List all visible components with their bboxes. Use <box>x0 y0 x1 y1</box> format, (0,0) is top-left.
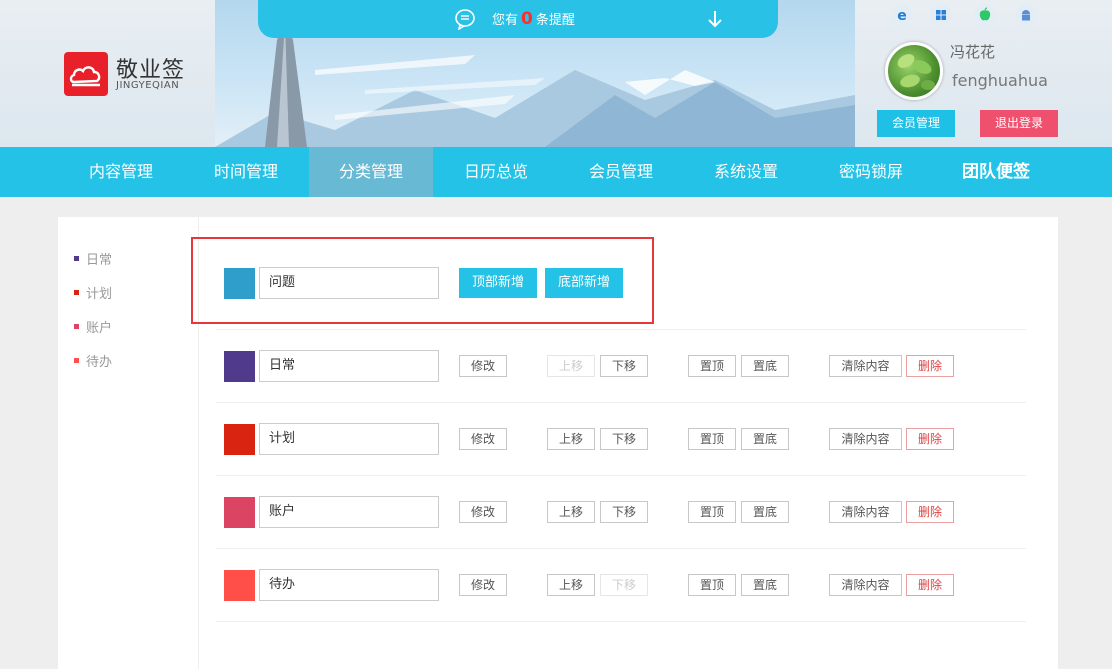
header: 您有 0 条提醒 敬业签 JINGYEQIAN e 冯花花 fenghuahua… <box>0 0 1112 147</box>
member-management-button[interactable]: 会员管理 <box>877 110 955 137</box>
move-up-button[interactable]: 上移 <box>547 574 595 596</box>
nav-category-management[interactable]: 分类管理 <box>309 147 433 197</box>
move-up-button[interactable]: 上移 <box>547 355 595 377</box>
sidebar-item-label: 日常 <box>86 253 113 268</box>
move-to-top-button[interactable]: 置顶 <box>688 501 736 523</box>
reminder-bar[interactable]: 您有 0 条提醒 <box>258 0 778 38</box>
delete-button[interactable]: 删除 <box>906 355 954 377</box>
row-divider <box>216 475 1026 476</box>
svg-text:e: e <box>897 8 907 24</box>
color-dot <box>74 358 79 363</box>
move-to-bottom-button[interactable]: 置底 <box>741 428 789 450</box>
edit-button[interactable]: 修改 <box>459 501 507 523</box>
add-bottom-button[interactable]: 底部新增 <box>545 268 623 298</box>
nav-team-notes[interactable]: 团队便签 <box>934 147 1058 197</box>
reminder-prefix: 您有 <box>492 13 519 28</box>
new-category-input[interactable]: 问题 <box>259 267 439 299</box>
add-top-button[interactable]: 顶部新增 <box>459 268 537 298</box>
delete-button[interactable]: 删除 <box>906 501 954 523</box>
row-divider <box>216 329 1026 330</box>
brand-subtitle: JINGYEQIAN <box>116 80 180 91</box>
sidebar-item-label: 账户 <box>86 321 113 336</box>
delete-button[interactable]: 删除 <box>906 574 954 596</box>
category-name-input[interactable]: 日常 <box>259 350 439 382</box>
category-color-swatch[interactable] <box>224 351 255 382</box>
move-to-bottom-button[interactable]: 置底 <box>741 355 789 377</box>
category-name-input[interactable]: 待办 <box>259 569 439 601</box>
category-name-input[interactable]: 账户 <box>259 496 439 528</box>
reminder-suffix: 条提醒 <box>535 13 575 28</box>
row-divider <box>216 402 1026 403</box>
move-to-bottom-button[interactable]: 置底 <box>741 574 789 596</box>
sidebar-item-daily[interactable]: 日常 <box>74 249 112 268</box>
move-to-top-button[interactable]: 置顶 <box>688 355 736 377</box>
windows-icon[interactable] <box>930 4 952 26</box>
main-nav: 内容管理 时间管理 分类管理 日历总览 会员管理 系统设置 密码锁屏 团队便签 <box>0 147 1112 197</box>
nav-member-management[interactable]: 会员管理 <box>559 147 683 197</box>
nav-time-management[interactable]: 时间管理 <box>184 147 308 197</box>
android-icon[interactable] <box>1015 4 1037 26</box>
nav-system-settings[interactable]: 系统设置 <box>684 147 808 197</box>
sidebar-item-label: 计划 <box>86 287 113 302</box>
move-down-button[interactable]: 下移 <box>600 574 648 596</box>
move-down-button[interactable]: 下移 <box>600 428 648 450</box>
category-color-swatch[interactable] <box>224 570 255 601</box>
move-down-button[interactable]: 下移 <box>600 355 648 377</box>
move-to-bottom-button[interactable]: 置底 <box>741 501 789 523</box>
ie-icon[interactable]: e <box>891 4 913 26</box>
avatar[interactable] <box>885 42 943 100</box>
clear-content-button[interactable]: 清除内容 <box>829 501 902 523</box>
main-panel: 日常 计划 账户 待办 问题 顶部新增 底部新增 日常 修改 上移 下移 置顶 … <box>58 217 1058 669</box>
nav-content-management[interactable]: 内容管理 <box>59 147 183 197</box>
clear-content-button[interactable]: 清除内容 <box>829 574 902 596</box>
arrow-down-icon[interactable] <box>706 9 724 29</box>
move-to-top-button[interactable]: 置顶 <box>688 428 736 450</box>
nav-password-lock[interactable]: 密码锁屏 <box>809 147 933 197</box>
category-color-swatch[interactable] <box>224 497 255 528</box>
sidebar-item-plan[interactable]: 计划 <box>74 283 112 302</box>
clear-content-button[interactable]: 清除内容 <box>829 428 902 450</box>
move-up-button[interactable]: 上移 <box>547 501 595 523</box>
category-color-swatch[interactable] <box>224 424 255 455</box>
edit-button[interactable]: 修改 <box>459 428 507 450</box>
category-sidebar: 日常 计划 账户 待办 <box>58 217 199 669</box>
move-down-button[interactable]: 下移 <box>600 501 648 523</box>
color-dot <box>74 324 79 329</box>
edit-button[interactable]: 修改 <box>459 355 507 377</box>
move-to-top-button[interactable]: 置顶 <box>688 574 736 596</box>
category-name-input[interactable]: 计划 <box>259 423 439 455</box>
logo[interactable] <box>64 52 108 96</box>
color-dot <box>74 256 79 261</box>
color-dot <box>74 290 79 295</box>
cloud-logo-icon <box>69 66 101 87</box>
sidebar-item-label: 待办 <box>86 355 113 370</box>
clear-content-button[interactable]: 清除内容 <box>829 355 902 377</box>
reminder-count: 0 <box>521 9 533 29</box>
nav-calendar-overview[interactable]: 日历总览 <box>434 147 558 197</box>
delete-button[interactable]: 删除 <box>906 428 954 450</box>
apple-icon[interactable] <box>974 4 996 26</box>
user-display-name: 冯花花 <box>950 43 996 61</box>
move-up-button[interactable]: 上移 <box>547 428 595 450</box>
avatar-image <box>897 54 935 90</box>
reminder-text: 您有 0 条提醒 <box>492 9 575 29</box>
sidebar-item-todo[interactable]: 待办 <box>74 351 112 370</box>
logout-button[interactable]: 退出登录 <box>980 110 1058 137</box>
row-divider <box>216 621 1026 622</box>
sidebar-item-account[interactable]: 账户 <box>74 317 112 336</box>
edit-button[interactable]: 修改 <box>459 574 507 596</box>
color-picker-swatch[interactable] <box>224 268 255 299</box>
row-divider <box>216 548 1026 549</box>
chat-bubble-icon <box>455 9 475 30</box>
user-account-id: fenghuahua <box>952 71 1048 90</box>
